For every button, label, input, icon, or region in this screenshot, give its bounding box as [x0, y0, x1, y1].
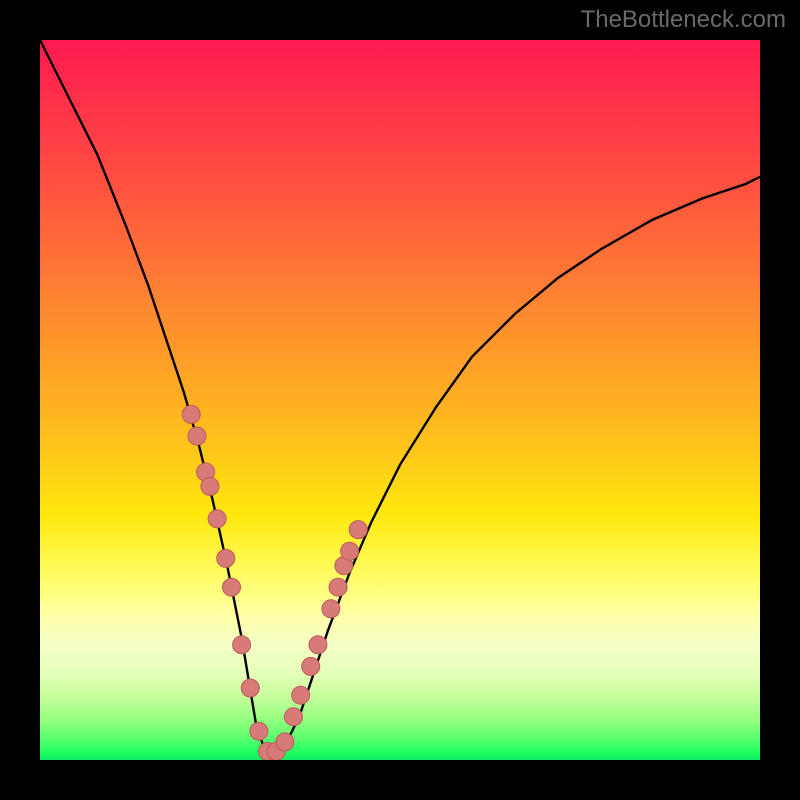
marker-group	[182, 405, 367, 760]
marker-dot	[223, 578, 241, 596]
watermark-text: TheBottleneck.com	[581, 6, 786, 34]
marker-dot	[250, 722, 268, 740]
marker-dot	[276, 733, 294, 751]
chart-container: TheBottleneck.com	[0, 0, 800, 800]
marker-dot	[233, 636, 251, 654]
marker-dot	[349, 521, 367, 539]
marker-dot	[341, 542, 359, 560]
marker-dot	[217, 549, 235, 567]
marker-dot	[292, 686, 310, 704]
marker-dot	[302, 657, 320, 675]
marker-dot	[208, 510, 226, 528]
marker-dot	[201, 477, 219, 495]
marker-dot	[284, 708, 302, 726]
marker-dot	[309, 636, 327, 654]
plot-area	[40, 40, 760, 760]
marker-dot	[241, 679, 259, 697]
marker-dot	[182, 405, 200, 423]
marker-dot	[322, 600, 340, 618]
marker-layer	[40, 40, 760, 760]
marker-dot	[188, 427, 206, 445]
marker-dot	[329, 578, 347, 596]
